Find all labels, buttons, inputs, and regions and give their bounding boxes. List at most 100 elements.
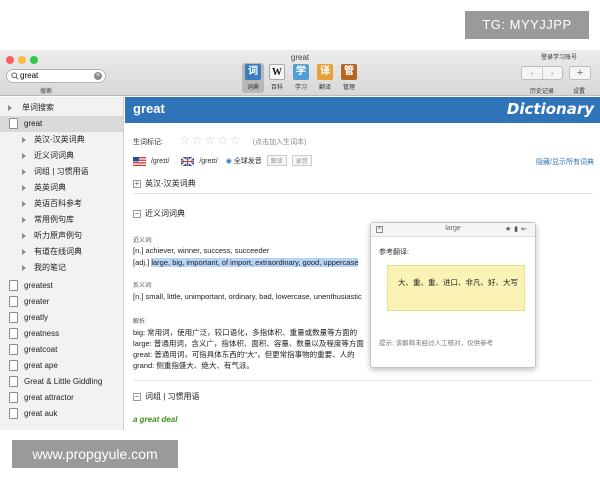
collapse-icon[interactable]: − [133, 392, 141, 401]
sidebar-item-greatly[interactable]: greatly [0, 310, 123, 326]
toolbar-dictionary-button[interactable]: 词 词典 [242, 63, 264, 93]
popup-translation-box: 大、重、重、进口、非凡、好、大写 [387, 265, 525, 311]
sidebar-item-phrases[interactable]: 词组 | 习惯用语 [0, 164, 123, 180]
disclosure-triangle-icon[interactable] [22, 137, 26, 143]
disclosure-triangle-icon[interactable] [22, 249, 26, 255]
window-title: great [290, 53, 310, 62]
sidebar-item-great-auk[interactable]: great auk [0, 406, 123, 422]
sidebar-item-great-little-giddling[interactable]: Great & Little Giddling [0, 374, 123, 390]
sidebar-item-greatcoat[interactable]: greatcoat [0, 342, 123, 358]
toolbar-encyclopedia-button[interactable]: W 百科 [266, 64, 288, 91]
explain-line: grand: 侧重指盛大、绝大、有气派。 [133, 361, 254, 370]
sidebar-item-label: 单词搜索 [22, 103, 54, 112]
toolbar: great great × 搜索 词 词典 W 百科 学 学习 译 翻译 管 管… [0, 50, 600, 96]
pronunciation-us: /greɪt/ [150, 158, 170, 165]
sidebar-item-great-ape[interactable]: great ape [0, 358, 123, 374]
forward-icon[interactable]: › [543, 67, 563, 79]
section-title: 英汉-汉英词典 [145, 179, 196, 188]
sidebar-item-my-notes[interactable]: 我的笔记 [0, 260, 123, 276]
synonym-adj-tag: [adj.] [133, 258, 152, 267]
document-icon [9, 312, 18, 323]
uk-flag-icon[interactable] [181, 156, 195, 166]
sidebar-item-examples[interactable]: 常用例句库 [0, 212, 123, 228]
dictionary-logo: Dictionary [506, 100, 594, 118]
history-nav: ‹ › [521, 66, 563, 80]
sidebar-item-label: great ape [24, 361, 58, 370]
sidebar-item-great-attractor[interactable]: great attractor [0, 390, 123, 406]
popup-translation-text: 大、重、重、进口、非凡、好、大写 [398, 278, 518, 287]
sidebar-item-encyclopedia[interactable]: 英语百科参考 [0, 196, 123, 212]
sidebar-item-label: 英汉-汉英词典 [34, 135, 85, 144]
sidebar-item-word-search[interactable]: 单词搜索 [0, 100, 123, 116]
sidebar-item-label: greatness [24, 329, 60, 338]
back-icon[interactable]: ‹ [522, 67, 543, 79]
toolbar-study-button[interactable]: 学 学习 [290, 64, 312, 91]
expand-icon[interactable]: + [133, 179, 141, 188]
section-en-cn[interactable]: + 英汉-汉英词典 [133, 178, 196, 189]
sidebar-item-label: great auk [24, 409, 58, 418]
disclosure-triangle-icon[interactable] [22, 233, 26, 239]
toggle-all-dictionaries-link[interactable]: 隐藏/显示所有词典 [536, 157, 594, 167]
disclosure-triangle-icon[interactable] [8, 105, 12, 111]
word-banner: great Dictionary [125, 97, 600, 123]
sidebar-item-greatness[interactable]: greatness [0, 326, 123, 342]
search-input[interactable]: great × [6, 69, 106, 83]
star-icon[interactable]: ☆ [204, 133, 215, 147]
settings-caption: 设置 [573, 89, 586, 95]
disclosure-triangle-icon[interactable] [22, 265, 26, 271]
star-icon[interactable]: ☆ [217, 133, 228, 147]
synonym-adj: [adj.] large, big, important, of import,… [133, 258, 359, 267]
us-flag-icon[interactable] [133, 156, 146, 166]
toolbar-dictionary-label: 词典 [246, 85, 259, 91]
document-icon [9, 344, 18, 355]
global-pronunciation-link[interactable]: 全球发音 [234, 158, 262, 165]
toolbar-manage-label: 管理 [342, 85, 355, 91]
sidebar-item-audio-examples[interactable]: 听力原声例句 [0, 228, 123, 244]
phrase-item[interactable]: a great deal [133, 415, 177, 424]
antonym-label: 反义词: [133, 283, 153, 289]
sidebar-item-en-en-dict[interactable]: 英英词典 [0, 180, 123, 196]
divider [133, 380, 593, 381]
star-icon[interactable]: ☆ [192, 133, 203, 147]
pronunciation-row: /greɪt/ /greɪt/ ◉ 全球发音 跟读 录音 [133, 155, 312, 166]
collapse-icon[interactable]: − [133, 209, 141, 218]
explain-label: 解析: [133, 319, 147, 325]
toolbar-manage-button[interactable]: 管 管理 [338, 64, 360, 91]
sidebar-item-greatest[interactable]: greatest [0, 278, 123, 294]
section-synonyms[interactable]: − 近义词词典 [133, 208, 185, 219]
login-link[interactable]: 登录学习账号 [541, 52, 577, 61]
toolbar-translate-button[interactable]: 译 翻译 [314, 64, 336, 91]
wikipedia-icon: W [269, 64, 285, 80]
sidebar-item-label: great [24, 119, 43, 128]
sidebar-item-en-cn-dict[interactable]: 英汉-汉英词典 [0, 132, 123, 148]
disclosure-triangle-icon[interactable] [22, 169, 26, 175]
disclosure-triangle-icon[interactable] [22, 201, 26, 207]
sidebar-item-online-dict[interactable]: 有道在线词典 [0, 244, 123, 260]
clear-search-icon[interactable]: × [94, 72, 102, 80]
sidebar-item-label: 听力原声例句 [34, 231, 82, 240]
word-star-row: 生词标记: ☆ ☆ ☆ ☆ ☆ (点击加入生词本) [133, 133, 306, 147]
study-icon: 学 [293, 64, 309, 80]
toolbar-study-label: 学习 [294, 85, 307, 91]
section-phrases[interactable]: − 词组 | 习惯用语 [133, 391, 200, 402]
disclosure-triangle-icon[interactable] [22, 153, 26, 159]
search-icon [11, 72, 19, 80]
star-icon[interactable]: ☆ [179, 133, 190, 147]
document-icon [9, 296, 18, 307]
add-icon[interactable]: + [569, 66, 591, 80]
selected-text[interactable]: large, big, important, of import, extrao… [151, 258, 359, 267]
sidebar-item-great[interactable]: great [0, 116, 123, 132]
document-icon [9, 360, 18, 371]
synonym-label: 近义词: [133, 238, 153, 244]
record-button[interactable]: 录音 [291, 155, 312, 166]
sidebar-item-greater[interactable]: greater [0, 294, 123, 310]
disclosure-triangle-icon[interactable] [22, 185, 26, 191]
follow-read-button[interactable]: 跟读 [266, 155, 287, 166]
pin-icon[interactable]: ⇤ [521, 226, 530, 233]
sidebar-item-synonyms[interactable]: 近义词词典 [0, 148, 123, 164]
favorite-star-icon[interactable]: ★ [505, 226, 514, 233]
speaker-icon[interactable]: ◉ [226, 158, 232, 165]
pronunciation-uk: /greɪt/ [199, 158, 218, 165]
disclosure-triangle-icon[interactable] [22, 217, 26, 223]
star-icon[interactable]: ☆ [230, 133, 241, 147]
